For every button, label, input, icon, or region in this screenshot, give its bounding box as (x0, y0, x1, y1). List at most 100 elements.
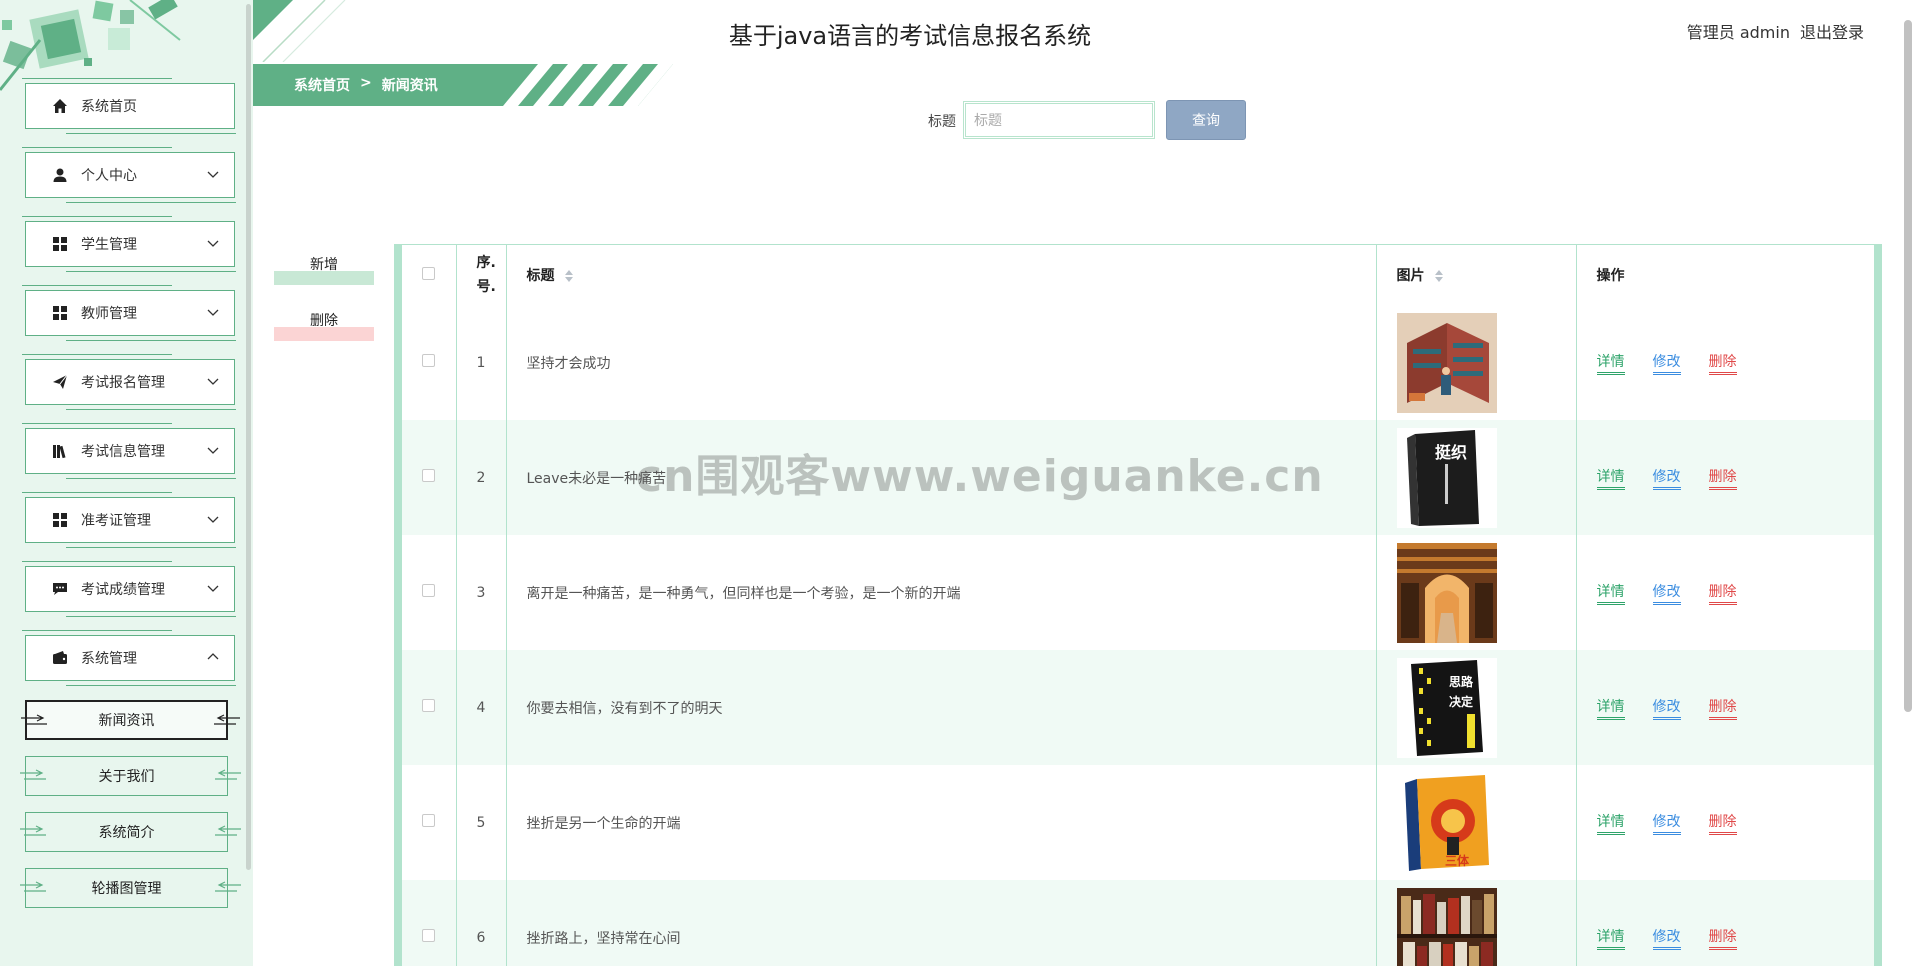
row-select-cell[interactable] (402, 880, 457, 966)
sort-icon[interactable] (565, 270, 574, 282)
sidebar-item-exam-score[interactable]: 考试成绩管理 (22, 561, 236, 617)
delete-link[interactable]: 删除 (1708, 466, 1737, 490)
news-thumbnail (1396, 887, 1497, 966)
row-image-cell: 挺织 (1376, 420, 1577, 535)
sidebar-subitem-label: 系统简介 (98, 825, 155, 841)
detail-link[interactable]: 详情 (1596, 351, 1625, 375)
row-index: 6 (456, 880, 507, 966)
arrow-left-icon (215, 825, 241, 836)
sidebar-subitem-about-us[interactable]: 关于我们 (20, 756, 241, 796)
image-header[interactable]: 图片 (1376, 245, 1577, 305)
row-index: 4 (456, 650, 507, 765)
row-title: 你要去相信，没有到不了的明天 (506, 650, 1377, 765)
row-index: 2 (456, 420, 507, 535)
sidebar-item-label: 考试成绩管理 (81, 582, 165, 598)
chevron-up-icon (207, 653, 219, 660)
row-checkbox[interactable] (422, 354, 435, 367)
table-header-row: 序.号. 标题 图片 操作 (402, 245, 1874, 305)
ops-header: 操作 (1596, 268, 1625, 284)
sidebar: 系统首页 个人中心 学生管理 教师管理 考试报名管理 考试信息管理 准考证管理 … (0, 0, 253, 966)
search-label: 标题 (928, 114, 956, 130)
chevron-down-icon (207, 240, 219, 247)
sidebar-scrollbar[interactable] (246, 4, 251, 870)
row-select-cell[interactable] (402, 650, 457, 765)
row-image-cell (1376, 535, 1577, 650)
logout-link[interactable]: 退出登录 (1800, 19, 1864, 43)
table-row[interactable]: 5 挫折是另一个生命的开端 三体 详情 修改 删除 (402, 765, 1874, 880)
sidebar-item-personal-center[interactable]: 个人中心 (22, 147, 236, 203)
row-checkbox[interactable] (422, 584, 435, 597)
arrow-left-icon (215, 769, 241, 780)
chevron-down-icon (207, 585, 219, 592)
title-header-label: 标题 (526, 268, 555, 284)
news-thumbnail: 三体 (1396, 772, 1497, 873)
delete-link[interactable]: 删除 (1708, 926, 1737, 950)
sidebar-item-label: 教师管理 (81, 306, 137, 322)
select-all-checkbox[interactable] (422, 266, 435, 280)
news-thumbnail (1396, 312, 1497, 413)
edit-link[interactable]: 修改 (1652, 351, 1681, 375)
row-checkbox[interactable] (422, 699, 435, 712)
grid-icon (51, 235, 69, 253)
header-decoration (253, 0, 346, 62)
row-ops-cell: 详情 修改 删除 (1576, 420, 1874, 535)
breadcrumb-home[interactable]: 系统首页 (294, 75, 350, 95)
main-scrollbar[interactable] (1904, 20, 1912, 712)
table-row[interactable]: 3 离开是一种痛苦，是一种勇气，但同样也是一个考验，是一个新的开端 详情 修改 删除 (402, 535, 1874, 650)
row-title: 挫折路上，坚持常在心间 (506, 880, 1377, 966)
row-ops-cell: 详情 修改 删除 (1576, 650, 1874, 765)
table-row[interactable]: 6 挫折路上，坚持常在心间详情 修改 删除 (402, 880, 1874, 966)
select-all-cell[interactable] (402, 245, 457, 305)
news-thumbnail: 挺织 (1396, 427, 1497, 528)
row-select-cell[interactable] (402, 765, 457, 880)
sidebar-item-admission-ticket[interactable]: 准考证管理 (22, 492, 236, 548)
sidebar-item-home[interactable]: 系统首页 (22, 78, 236, 134)
sidebar-item-teacher[interactable]: 教师管理 (22, 285, 236, 341)
detail-link[interactable]: 详情 (1596, 811, 1625, 835)
sidebar-item-system-management[interactable]: 系统管理 (22, 630, 236, 686)
detail-link[interactable]: 详情 (1596, 581, 1625, 605)
delete-link[interactable]: 删除 (1708, 811, 1737, 835)
detail-link[interactable]: 详情 (1596, 696, 1625, 720)
row-select-cell[interactable] (402, 535, 457, 650)
row-select-cell[interactable] (402, 305, 457, 420)
row-image-cell: 思路决定 (1376, 650, 1577, 765)
sidebar-subitem-news[interactable]: 新闻资讯 (21, 700, 240, 740)
detail-link[interactable]: 详情 (1596, 466, 1625, 490)
sidebar-item-exam-info[interactable]: 考试信息管理 (22, 423, 236, 479)
table-row[interactable]: 1 坚持才会成功 详情 修改 删除 (402, 305, 1874, 420)
row-select-cell[interactable] (402, 420, 457, 535)
title-search-input[interactable] (963, 101, 1155, 139)
row-checkbox[interactable] (422, 814, 435, 827)
edit-link[interactable]: 修改 (1652, 581, 1681, 605)
title-header[interactable]: 标题 (506, 245, 1377, 305)
delete-link[interactable]: 删除 (1708, 581, 1737, 605)
row-checkbox[interactable] (422, 929, 435, 942)
sidebar-item-student[interactable]: 学生管理 (22, 216, 236, 272)
delete-link[interactable]: 删除 (1708, 351, 1737, 375)
add-button[interactable]: 新增 (274, 255, 374, 285)
grid-icon (51, 304, 69, 322)
comment-icon (51, 580, 69, 598)
row-checkbox[interactable] (422, 469, 435, 482)
edit-link[interactable]: 修改 (1652, 696, 1681, 720)
query-button[interactable]: 查询 (1166, 100, 1246, 140)
batch-delete-button[interactable]: 删除 (274, 311, 374, 341)
detail-link[interactable]: 详情 (1596, 926, 1625, 950)
sidebar-item-exam-registration[interactable]: 考试报名管理 (22, 354, 236, 410)
sidebar-subitem-carousel[interactable]: 轮播图管理 (20, 868, 241, 908)
user-icon (51, 166, 69, 184)
sidebar-subitem-system-intro[interactable]: 系统简介 (20, 812, 241, 852)
delete-link[interactable]: 删除 (1708, 696, 1737, 720)
edit-link[interactable]: 修改 (1652, 466, 1681, 490)
svg-text:织: 织 (1451, 443, 1467, 462)
row-ops-cell: 详情 修改 删除 (1576, 765, 1874, 880)
edit-link[interactable]: 修改 (1652, 926, 1681, 950)
sidebar-subitem-label: 轮播图管理 (91, 881, 162, 897)
row-image-cell (1376, 880, 1577, 966)
sort-icon[interactable] (1435, 270, 1444, 282)
table-row[interactable]: 4 你要去相信，没有到不了的明天思路决定 详情 修改 删除 (402, 650, 1874, 765)
news-thumbnail (1396, 542, 1497, 643)
image-header-label: 图片 (1396, 268, 1425, 284)
edit-link[interactable]: 修改 (1652, 811, 1681, 835)
